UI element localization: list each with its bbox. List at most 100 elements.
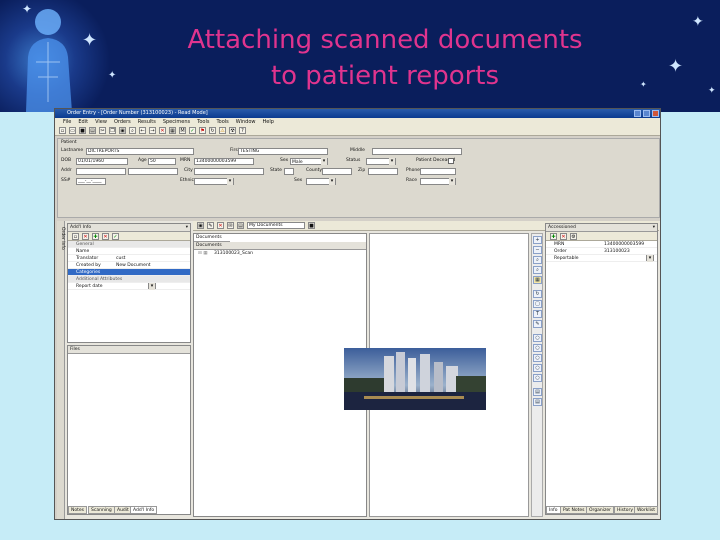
menu-tools[interactable]: Tools xyxy=(197,118,209,126)
state-field[interactable] xyxy=(284,168,294,175)
zoom-in-icon[interactable]: + xyxy=(533,236,542,244)
dob-field[interactable]: 01/01/1960 xyxy=(76,158,128,165)
zoom-fit-icon[interactable]: ⌕ xyxy=(533,256,542,264)
mail-icon[interactable]: M xyxy=(179,127,186,134)
cut-icon[interactable]: ✂ xyxy=(99,127,106,134)
side-tab[interactable]: Order Info xyxy=(57,221,65,519)
delete-icon[interactable]: ✕ xyxy=(217,222,224,229)
ethnic-select[interactable] xyxy=(194,178,234,185)
crop-icon[interactable]: ▢ xyxy=(533,300,542,308)
new-icon[interactable]: ▫ xyxy=(59,127,66,134)
new-icon[interactable]: ▫ xyxy=(72,232,79,240)
tab-scanning[interactable]: Scanning xyxy=(88,506,115,514)
circle-icon[interactable]: ○ xyxy=(533,334,542,342)
print-icon[interactable]: ▤ xyxy=(89,127,96,134)
addr2-field[interactable] xyxy=(128,168,178,175)
zip-field[interactable] xyxy=(368,168,398,175)
menu-view[interactable]: View xyxy=(95,118,107,126)
tab-organizer[interactable]: Organizer xyxy=(586,506,615,514)
report-date-select[interactable] xyxy=(148,283,156,290)
tab-info[interactable]: Info xyxy=(546,506,561,514)
document-tree-item[interactable]: ⊟ ▦ 313100023_Scan xyxy=(194,250,366,257)
warning-icon[interactable]: ⚠ xyxy=(219,127,226,134)
race-select[interactable] xyxy=(420,178,456,185)
accession-row[interactable]: Reportable xyxy=(546,255,657,262)
remove-icon[interactable]: ✕ xyxy=(102,232,109,240)
menu-specimens[interactable]: Specimens xyxy=(163,118,190,126)
dropdown-icon[interactable]: ▾ xyxy=(186,224,188,232)
tab-addl-info[interactable]: Add'l Info xyxy=(130,506,158,514)
tab-worklist[interactable]: Worklist xyxy=(634,506,659,514)
menu-orders[interactable]: Orders xyxy=(114,118,131,126)
county-field[interactable] xyxy=(322,168,352,175)
property-row[interactable]: Created by New Document xyxy=(68,262,190,269)
middle-name-field[interactable] xyxy=(372,148,462,155)
save-icon[interactable]: ■ xyxy=(308,222,315,229)
save-icon[interactable]: ■ xyxy=(79,127,86,134)
property-row[interactable]: Translator cust xyxy=(68,255,190,262)
circle-icon[interactable]: ○ xyxy=(533,364,542,372)
reportable-select[interactable] xyxy=(646,255,654,262)
page-icon[interactable]: ▤ xyxy=(533,398,542,406)
city-field[interactable] xyxy=(194,168,264,175)
delete-icon[interactable]: ✕ xyxy=(82,232,89,240)
tab-history[interactable]: History xyxy=(614,506,637,514)
remove-icon[interactable]: ✕ xyxy=(560,232,567,240)
maximize-button[interactable] xyxy=(643,110,650,117)
close-button[interactable] xyxy=(652,110,659,117)
page-icon[interactable]: ▤ xyxy=(533,388,542,396)
minimize-button[interactable] xyxy=(634,110,641,117)
copy-icon[interactable]: ❐ xyxy=(109,127,116,134)
circle-icon[interactable]: ○ xyxy=(533,374,542,382)
delete-icon[interactable]: ✕ xyxy=(159,127,166,134)
addr-field[interactable] xyxy=(76,168,126,175)
phone-field[interactable] xyxy=(420,168,456,175)
age-field[interactable]: 50 xyxy=(148,158,176,165)
status-select[interactable] xyxy=(366,158,396,165)
lastname-field[interactable]: DICTREPORTS xyxy=(86,148,194,155)
edit-icon[interactable]: ✎ xyxy=(207,222,214,229)
menu-edit[interactable]: Edit xyxy=(78,118,88,126)
document-view-select[interactable]: My Documents xyxy=(247,222,305,229)
circle-icon[interactable]: ○ xyxy=(533,344,542,352)
refresh-icon[interactable]: ↻ xyxy=(209,127,216,134)
grid-icon[interactable]: ▦ xyxy=(169,127,176,134)
annotate-icon[interactable]: ✎ xyxy=(533,320,542,328)
check-icon[interactable]: ✓ xyxy=(189,127,196,134)
forward-icon[interactable]: → xyxy=(149,127,156,134)
scan-icon[interactable]: ▤ xyxy=(237,222,244,229)
find-icon[interactable]: ⌕ xyxy=(129,127,136,134)
flag-icon[interactable]: ⚑ xyxy=(199,127,206,134)
circle-icon[interactable]: ○ xyxy=(533,354,542,362)
zoom-width-icon[interactable]: ⌕ xyxy=(533,266,542,274)
menu-tools-2[interactable]: Tools xyxy=(216,118,228,126)
gender-select[interactable] xyxy=(306,178,336,185)
email-icon[interactable]: ✉ xyxy=(227,222,234,229)
accession-row[interactable]: Order 313100023 xyxy=(546,248,657,255)
first-name-field[interactable]: TESTING xyxy=(238,148,328,155)
text-icon[interactable]: T xyxy=(533,310,542,318)
paste-icon[interactable]: ▣ xyxy=(119,127,126,134)
add-icon[interactable]: ✚ xyxy=(550,232,557,240)
mrn-field[interactable]: 13400000003599 xyxy=(194,158,254,165)
menu-window[interactable]: Window xyxy=(236,118,256,126)
documents-tab[interactable]: Documents xyxy=(194,234,230,242)
settings-icon[interactable]: ⚙ xyxy=(570,232,577,240)
sex-select[interactable]: Male xyxy=(290,158,328,165)
property-row-selected[interactable]: Categories xyxy=(68,269,190,276)
menu-file[interactable]: File xyxy=(63,118,71,126)
open-icon[interactable]: ▭ xyxy=(69,127,76,134)
back-icon[interactable]: ← xyxy=(139,127,146,134)
deceased-checkbox[interactable] xyxy=(448,158,454,164)
zoom-out-icon[interactable]: − xyxy=(533,246,542,254)
check-icon[interactable]: ✓ xyxy=(112,232,119,240)
select-icon[interactable]: ▦ xyxy=(533,276,542,284)
image-icon[interactable]: ▣ xyxy=(197,222,204,229)
property-row[interactable]: Name xyxy=(68,248,190,255)
dropdown-icon[interactable]: ▾ xyxy=(653,224,655,232)
add-icon[interactable]: ✚ xyxy=(92,232,99,240)
tab-notes[interactable]: Notes xyxy=(68,506,87,514)
property-row[interactable]: Report date xyxy=(68,283,190,290)
rotate-icon[interactable]: ↻ xyxy=(533,290,542,298)
accession-row[interactable]: MRN 13400000003599 xyxy=(546,241,657,248)
